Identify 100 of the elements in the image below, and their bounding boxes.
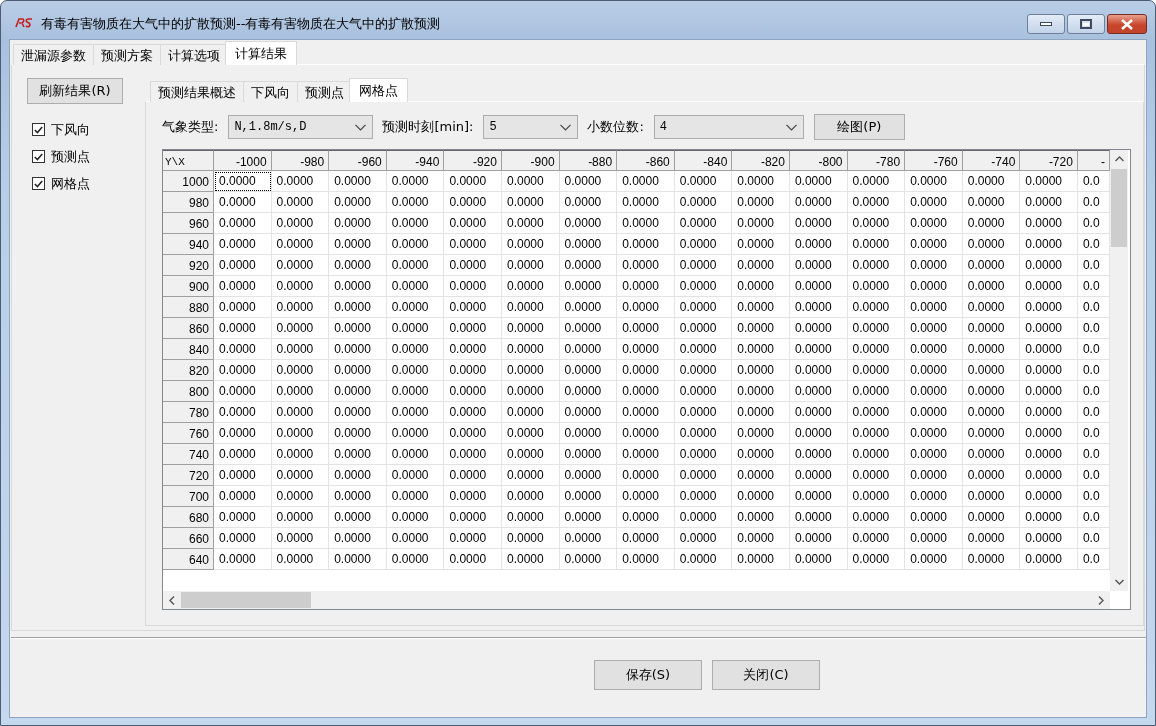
table-cell: 0.0000 — [271, 528, 330, 549]
tab[interactable]: 计算结果 — [225, 41, 297, 65]
table-cell: 0.0000 — [444, 234, 502, 255]
table-cell: 0.0000 — [847, 276, 906, 297]
table-cell: 0.0000 — [732, 297, 790, 318]
scroll-left-icon[interactable] — [169, 595, 175, 605]
column-header: -1000 — [214, 150, 272, 171]
table-cell: 0.0 — [1077, 507, 1110, 528]
tab[interactable]: 计算选项 — [160, 44, 228, 65]
table-cell: 0.0000 — [271, 234, 330, 255]
table-cell: 0.0000 — [214, 507, 272, 528]
table-cell: 0.0000 — [559, 528, 618, 549]
table-cell: 0.0000 — [962, 213, 1021, 234]
tab[interactable]: 预测结果概述 — [150, 81, 244, 102]
table-cell: 0.0000 — [789, 297, 848, 318]
table-cell: 0.0000 — [559, 297, 618, 318]
row-header: 820 — [163, 360, 214, 381]
table-cell: 0.0000 — [271, 507, 330, 528]
dropdown[interactable]: 4 — [653, 115, 804, 139]
table-cell: 0.0000 — [444, 171, 502, 192]
tab[interactable]: 泄漏源参数 — [13, 44, 94, 65]
plot-button[interactable]: 绘图(P) — [813, 114, 905, 140]
table-cell: 0.0000 — [559, 192, 618, 213]
table-cell: 0.0000 — [674, 297, 733, 318]
tab[interactable]: 预测方案 — [93, 44, 161, 65]
table-cell: 0.0000 — [386, 339, 445, 360]
table-cell: 0.0000 — [501, 213, 560, 234]
table-cell: 0.0000 — [674, 549, 733, 570]
table-cell: 0.0000 — [501, 423, 560, 444]
tab[interactable]: 网格点 — [349, 78, 408, 102]
column-header: -860 — [617, 150, 675, 171]
table-cell: 0.0000 — [905, 255, 963, 276]
tab[interactable]: 下风向 — [243, 81, 298, 102]
maximize-button[interactable] — [1067, 14, 1105, 34]
table-cell: 0.0000 — [501, 465, 560, 486]
table-cell: 0.0 — [1077, 297, 1110, 318]
table-cell: 0.0000 — [732, 507, 790, 528]
table-cell: 0.0000 — [271, 318, 330, 339]
table-cell: 0.0000 — [674, 423, 733, 444]
field-label: 预测时刻[min]: — [382, 118, 474, 136]
row-header: 700 — [163, 486, 214, 507]
scrollbar-thumb[interactable] — [181, 592, 311, 608]
checkbox[interactable] — [32, 177, 45, 190]
scroll-right-icon[interactable] — [1098, 595, 1104, 605]
table-cell: 0.0000 — [732, 486, 790, 507]
table-cell: 0.0000 — [617, 360, 675, 381]
table-cell: 0.0000 — [501, 234, 560, 255]
table-cell: 0.0000 — [329, 171, 387, 192]
dropdown[interactable]: 5 — [483, 115, 579, 139]
scroll-up-icon[interactable] — [1114, 156, 1124, 162]
table-cell: 0.0000 — [214, 465, 272, 486]
table-cell: 0.0000 — [386, 402, 445, 423]
checkbox[interactable] — [32, 123, 45, 136]
close-button[interactable] — [1107, 14, 1147, 34]
scroll-down-icon[interactable] — [1114, 579, 1124, 585]
table-cell: 0.0000 — [559, 402, 618, 423]
table-cell: 0.0000 — [674, 381, 733, 402]
table-cell: 0.0000 — [271, 171, 330, 192]
scrollbar-thumb[interactable] — [1111, 169, 1127, 247]
horizontal-scrollbar[interactable] — [163, 591, 1110, 609]
table-cell: 0.0000 — [789, 444, 848, 465]
minimize-button[interactable] — [1027, 14, 1065, 34]
dialog-button[interactable]: 关闭(C) — [712, 660, 820, 690]
table-cell: 0.0000 — [559, 255, 618, 276]
row-header: 860 — [163, 318, 214, 339]
table-cell: 0.0000 — [905, 423, 963, 444]
table-cell: 0.0000 — [271, 339, 330, 360]
table-cell: 0.0000 — [674, 255, 733, 276]
table-cell: 0.0000 — [732, 171, 790, 192]
table-cell: 0.0000 — [214, 486, 272, 507]
table-cell: 0.0000 — [444, 402, 502, 423]
column-header: - — [1077, 150, 1110, 171]
table-cell: 0.0000 — [329, 318, 387, 339]
table-cell: 0.0000 — [789, 423, 848, 444]
vertical-scrollbar[interactable] — [1110, 150, 1128, 591]
table-cell: 0.0000 — [905, 171, 963, 192]
tab[interactable]: 预测点 — [297, 81, 352, 102]
minimize-icon — [1040, 21, 1052, 27]
table-cell: 0.0000 — [386, 255, 445, 276]
row-header: 1000 — [163, 171, 214, 192]
table-cell: 0.0000 — [789, 528, 848, 549]
row-header: 640 — [163, 549, 214, 570]
dialog-button[interactable]: 保存(S) — [594, 660, 702, 690]
dropdown[interactable]: N,1.8m/s,D — [228, 115, 374, 139]
table-cell: 0.0000 — [501, 318, 560, 339]
check-icon — [34, 179, 43, 188]
table-cell: 0.0000 — [386, 444, 445, 465]
refresh-button[interactable]: 刷新结果(R) — [27, 78, 123, 104]
row-header: 840 — [163, 339, 214, 360]
column-header: -760 — [905, 150, 963, 171]
table-cell: 0.0000 — [674, 465, 733, 486]
table-cell: 0.0000 — [962, 423, 1021, 444]
table-cell: 0.0000 — [329, 549, 387, 570]
table-cell: 0.0000 — [329, 528, 387, 549]
column-header: -780 — [847, 150, 906, 171]
table-cell: 0.0000 — [674, 444, 733, 465]
column-header: -960 — [329, 150, 387, 171]
table-cell: 0.0000 — [444, 465, 502, 486]
checkbox[interactable] — [32, 150, 45, 163]
table-cell: 0.0 — [1077, 339, 1110, 360]
